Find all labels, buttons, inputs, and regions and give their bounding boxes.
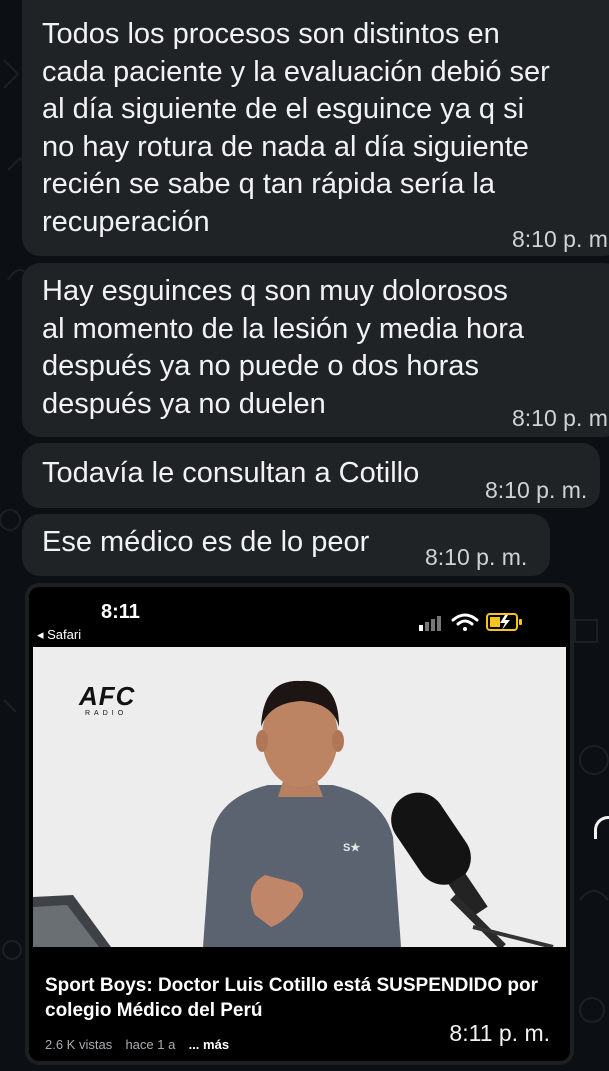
battery-charging-icon (486, 613, 522, 631)
logo-text: AFC (79, 681, 136, 711)
jersey-logo: S★ (343, 842, 361, 854)
media-message-bubble[interactable]: 8:11 ◂ Safari AFC RADIO S★ Sport Boys: D… (25, 583, 574, 1065)
message-bubble[interactable]: Todavía le consultan a Cotillo 8:10 p. m… (22, 443, 600, 508)
message-time: 8:10 p. m (512, 226, 608, 252)
signal-icon (419, 616, 441, 631)
status-icons (419, 613, 522, 631)
more-link[interactable]: ... más (189, 1037, 229, 1052)
video-thumbnail[interactable]: AFC RADIO S★ (33, 647, 566, 947)
wifi-icon (451, 613, 479, 631)
message-time: 8:10 p. m. (425, 544, 528, 570)
video-meta: 2.6 K vistas hace 1 a ... más (45, 1037, 229, 1052)
video-title[interactable]: Sport Boys: Doctor Luis Cotillo está SUS… (45, 973, 556, 1023)
upload-age: hace 1 a (125, 1037, 176, 1052)
back-to-safari-link[interactable]: ◂ Safari (37, 627, 81, 643)
message-time: 8:11 p. m. (449, 1020, 550, 1046)
message-time: 8:10 p. m. (485, 477, 588, 503)
message-text: Hay esguinces q son muy dolorosos al mom… (42, 275, 524, 420)
channel-logo: AFC RADIO (79, 683, 171, 723)
message-text: Todos los procesos son distintos en cada… (42, 18, 550, 238)
message-bubble[interactable]: Hay esguinces q son muy dolorosos al mom… (22, 263, 609, 437)
view-count: 2.6 K vistas (45, 1037, 113, 1052)
screenshot-image[interactable]: 8:11 ◂ Safari AFC RADIO S★ Sport Boys: D… (29, 587, 570, 1061)
message-time: 8:10 p. m (512, 405, 608, 431)
status-bar-time: 8:11 (101, 601, 140, 623)
message-bubble[interactable]: Todos los procesos son distintos en cada… (22, 0, 609, 256)
message-bubble[interactable]: Ese médico es de lo peor 8:10 p. m. (22, 514, 550, 576)
